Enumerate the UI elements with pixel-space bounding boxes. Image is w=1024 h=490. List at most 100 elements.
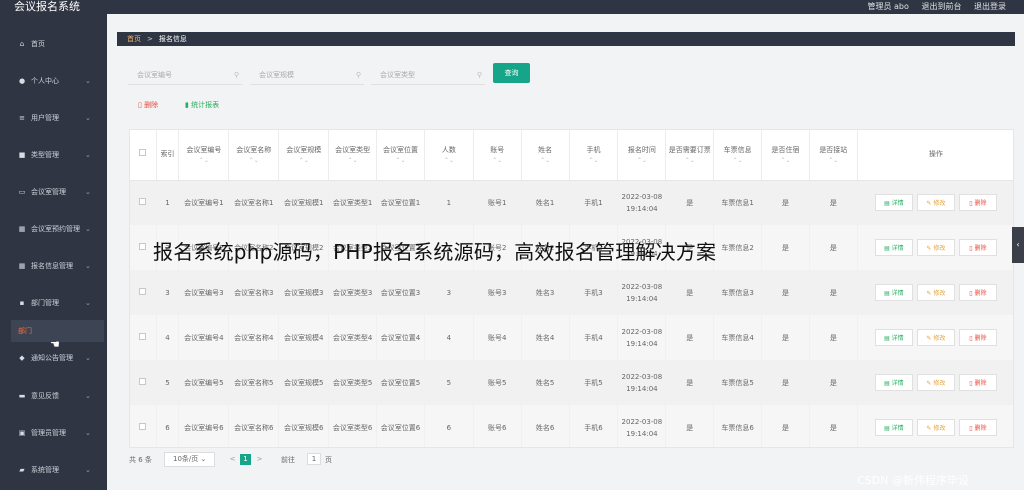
search-type-input[interactable]: 会议室类型 ⚲ <box>371 65 485 85</box>
table-cell-pickup: 是 <box>809 180 858 225</box>
sort-icon[interactable]: ⌃⌄ <box>524 157 567 165</box>
logout-link[interactable]: 退出登录 <box>974 2 1006 11</box>
back-to-front-link[interactable]: 退出到前台 <box>921 2 961 11</box>
table-cell-name: 会议室名称3 <box>228 270 280 315</box>
sort-icon[interactable]: ⌃⌄ <box>331 157 374 165</box>
column-header[interactable]: 账号 ⌃⌄ <box>473 130 522 181</box>
search-scale-input[interactable]: 会议室规模 ⚲ <box>250 65 364 85</box>
column-header[interactable]: 会议室规模 ⌃⌄ <box>278 130 330 181</box>
goto-page-input[interactable]: 1 <box>307 453 321 465</box>
column-header[interactable]: 是否接站 ⌃⌄ <box>809 130 858 181</box>
sidebar-item-label: 会议室预约管理 <box>31 225 80 233</box>
edit-button[interactable]: ✎ 修改 <box>916 284 955 301</box>
table-cell-uname: 姓名6 <box>521 405 570 447</box>
sidebar-item[interactable]: ▰ 系统管理 ⌄ <box>0 459 107 481</box>
column-header[interactable]: 人数 ⌃⌄ <box>424 130 474 181</box>
sidebar-item[interactable]: ▦ 会议室预约管理 ⌄ <box>0 218 107 240</box>
sidebar-item[interactable]: ▦ 报名信息管理 ⌄ <box>0 255 107 277</box>
column-header-label: 操作 <box>928 150 943 159</box>
delete-button[interactable]: ▯ 删除 <box>958 284 997 301</box>
search-type-placeholder: 会议室类型 <box>380 71 415 79</box>
edit-button-label: 修改 <box>933 380 946 387</box>
column-header[interactable]: 是否需要订票 ⌃⌄ <box>665 130 715 181</box>
chevron-down-icon: ⌄ <box>85 466 91 474</box>
view-button[interactable]: ▤ 详情 <box>874 239 913 256</box>
column-header[interactable]: 报名时间 ⌃⌄ <box>617 130 667 181</box>
sidebar-item[interactable]: ▬ 意见反馈 ⌄ <box>0 385 107 407</box>
sort-icon[interactable]: ⌃⌄ <box>379 157 422 165</box>
edit-button[interactable]: ✎ 修改 <box>916 374 955 391</box>
prev-page-button[interactable]: < <box>227 454 238 465</box>
sort-icon[interactable]: ⌃⌄ <box>764 157 807 165</box>
column-header[interactable]: 姓名 ⌃⌄ <box>521 130 570 181</box>
sidebar-item[interactable]: ⌂ 首页 <box>0 33 107 55</box>
delete-button[interactable]: ▯ 删除 <box>958 194 997 212</box>
edit-button[interactable]: ✎ 修改 <box>916 239 955 256</box>
stats-report-button[interactable]: ▮ 统计报表 <box>185 100 219 110</box>
search-icon: ⚲ <box>233 71 239 79</box>
sort-icon[interactable]: ⌃⌄ <box>231 157 276 165</box>
column-header[interactable]: 手机 ⌃⌄ <box>569 130 619 181</box>
table-cell-code: 会议室编号1 <box>178 180 230 225</box>
search-button[interactable]: 查询 <box>493 63 530 83</box>
top-bar: 会议报名系统 管理员 abo 退出到前台 退出登录 <box>0 0 1024 14</box>
edit-button[interactable]: ✎ 修改 <box>916 194 955 212</box>
row-checkbox[interactable] <box>139 197 147 205</box>
table-cell-stay: 是 <box>761 405 810 447</box>
view-button[interactable]: ▤ 详情 <box>874 194 913 212</box>
column-header[interactable]: 操作 <box>857 130 1013 181</box>
search-code-input[interactable]: 会议室编号 ⚲ <box>128 65 242 85</box>
right-panel-toggle[interactable]: ‹ <box>1012 227 1024 263</box>
row-checkbox[interactable] <box>139 332 147 340</box>
row-checkbox[interactable] <box>139 242 147 250</box>
delete-button[interactable]: ▯ 删除 <box>958 239 997 256</box>
sort-icon[interactable]: ⌃⌄ <box>812 157 855 165</box>
breadcrumb-home[interactable]: 首页 <box>127 35 141 43</box>
delete-button[interactable]: ▯ 删除 <box>958 374 997 391</box>
view-button[interactable]: ▤ 详情 <box>874 374 913 391</box>
table-cell-pickup: 是 <box>809 225 858 270</box>
row-checkbox[interactable] <box>139 287 147 295</box>
table-cell-type: 会议室类型1 <box>328 180 378 225</box>
next-page-button[interactable]: > <box>254 454 265 465</box>
table-cell-time: 2022-03-08 19:14:04 <box>617 180 667 225</box>
sidebar-item[interactable]: ▪ 部门管理 ⌄ <box>0 292 107 314</box>
column-header[interactable]: 索引 <box>156 130 180 181</box>
delete-button[interactable]: ▯ 删除 <box>958 329 997 346</box>
sidebar-item[interactable]: ▣ 管理员管理 ⌄ <box>0 422 107 444</box>
sort-icon[interactable]: ⌃⌄ <box>281 157 326 165</box>
page-size-select[interactable]: 10条/页 ⌄ <box>164 452 215 467</box>
column-header[interactable]: 会议室编号 ⌃⌄ <box>178 130 230 181</box>
sidebar-item[interactable]: ▭ 会议室管理 ⌄ <box>0 181 107 203</box>
view-button[interactable]: ▤ 详情 <box>874 329 913 346</box>
sort-icon[interactable]: ⌃⌄ <box>476 157 519 165</box>
table-cell-phone: 手机5 <box>569 360 619 405</box>
sort-icon[interactable]: ⌃⌄ <box>181 157 226 165</box>
delete-button[interactable]: ▯ 删除 <box>958 419 997 436</box>
table-cell-stay: 是 <box>761 270 810 315</box>
batch-delete-button[interactable]: ▯ 删除 <box>138 100 158 110</box>
sidebar-item[interactable]: ● 个人中心 ⌄ <box>0 70 107 92</box>
sort-icon[interactable]: ⌃⌄ <box>716 157 759 165</box>
column-header[interactable]: 会议室位置 ⌃⌄ <box>376 130 425 181</box>
column-header[interactable]: 车票信息 ⌃⌄ <box>713 130 763 181</box>
sidebar-item[interactable]: ■ 类型管理 ⌄ <box>0 144 107 166</box>
sort-icon[interactable]: ⌃⌄ <box>572 157 616 165</box>
sort-icon[interactable]: ⌃⌄ <box>620 157 663 165</box>
sort-icon[interactable]: ⌃⌄ <box>427 157 471 165</box>
sidebar-item[interactable]: ≡ 用户管理 ⌄ <box>0 107 107 129</box>
row-checkbox[interactable] <box>139 422 147 430</box>
edit-button[interactable]: ✎ 修改 <box>916 419 955 436</box>
column-header[interactable]: 会议室名称 ⌃⌄ <box>228 130 280 181</box>
row-checkbox[interactable] <box>139 377 147 385</box>
folder-icon: ■ <box>18 151 26 159</box>
view-button[interactable]: ▤ 详情 <box>874 419 913 436</box>
sort-icon[interactable]: ⌃⌄ <box>668 157 711 165</box>
page-1-button[interactable]: 1 <box>240 454 251 465</box>
column-header[interactable]: 会议室类型 ⌃⌄ <box>328 130 378 181</box>
table-cell-type: 会议室类型5 <box>328 360 378 405</box>
column-header[interactable]: 是否住宿 ⌃⌄ <box>761 130 810 181</box>
select-all-checkbox[interactable] <box>139 149 147 157</box>
edit-button[interactable]: ✎ 修改 <box>916 329 955 346</box>
view-button[interactable]: ▤ 详情 <box>874 284 913 301</box>
